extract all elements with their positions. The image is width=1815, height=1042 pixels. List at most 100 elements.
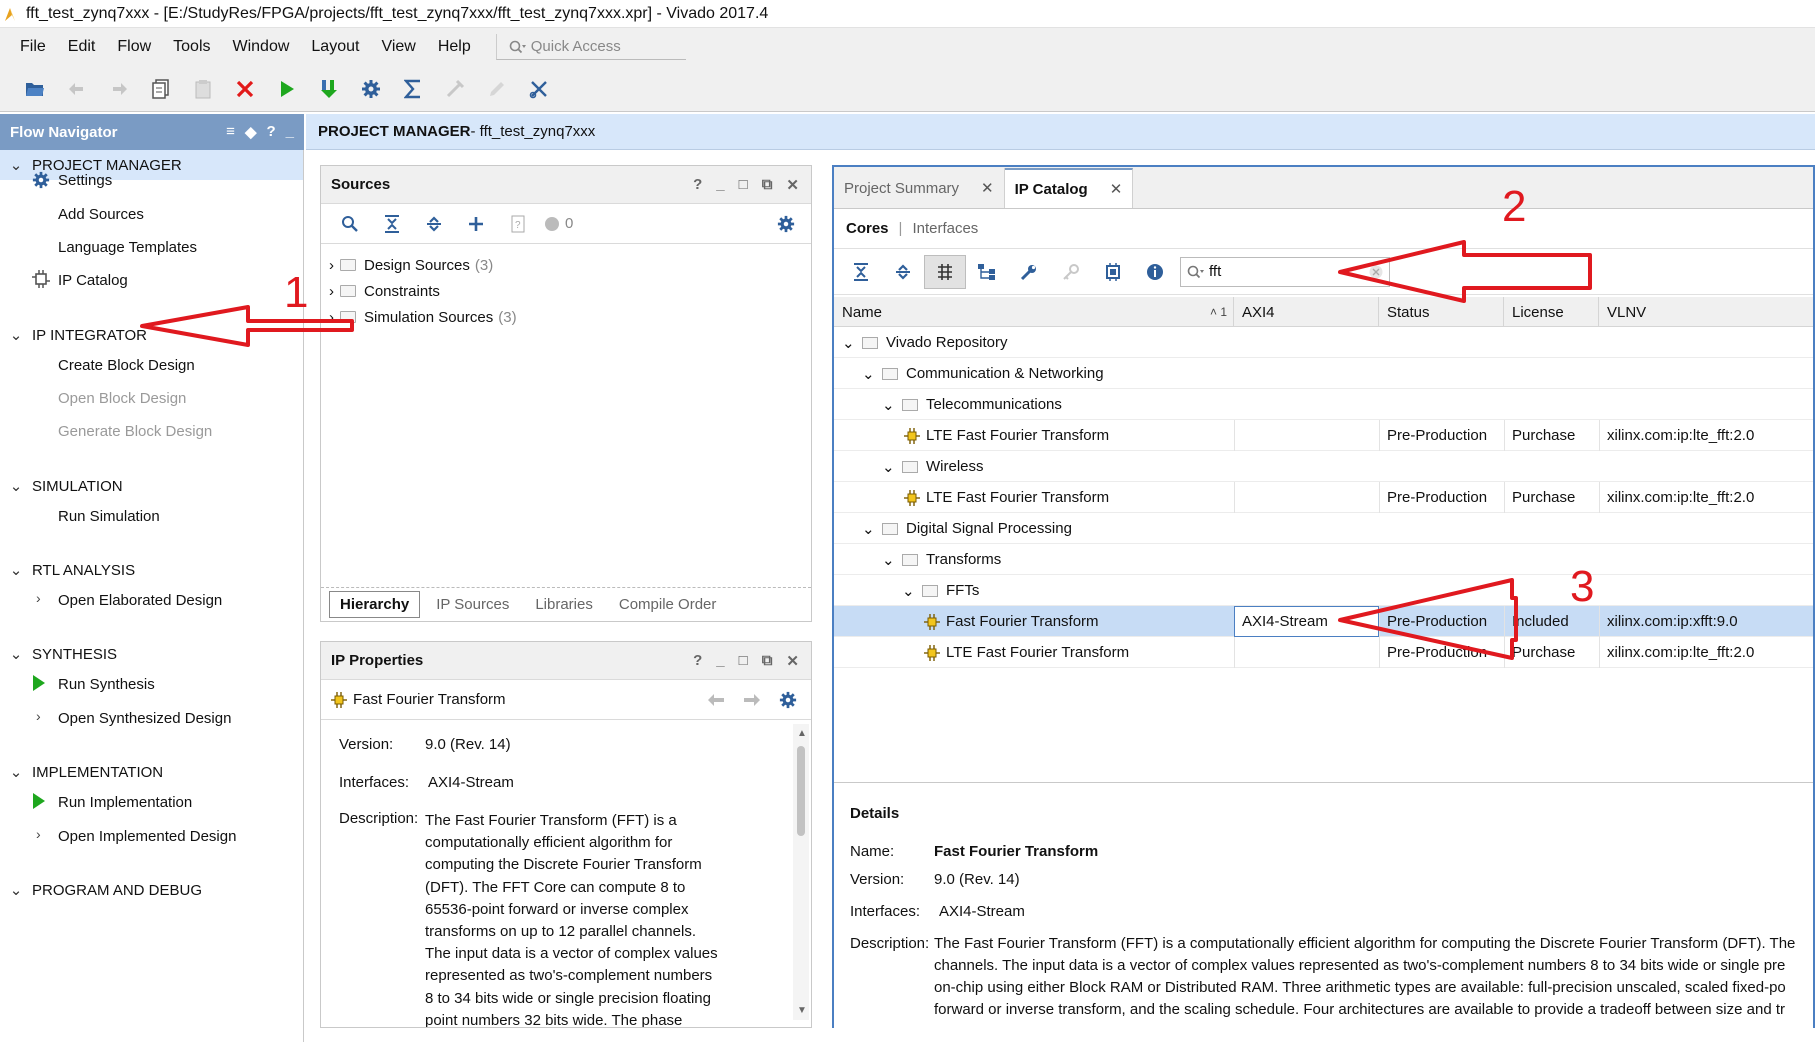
- menu-window[interactable]: Window: [233, 38, 290, 56]
- tab-project-summary[interactable]: Project Summary ✕: [834, 168, 1005, 208]
- column-axi4[interactable]: AXI4: [1234, 297, 1379, 327]
- cut-icon[interactable]: [518, 72, 560, 106]
- disabled-tool-icon[interactable]: [434, 72, 476, 106]
- nav-add-sources[interactable]: Add Sources: [58, 202, 144, 226]
- minimize-icon[interactable]: _: [286, 123, 294, 141]
- unknown-file-icon[interactable]: ?: [497, 207, 539, 241]
- minimize-icon[interactable]: _: [716, 176, 724, 194]
- chevron-down-icon[interactable]: ⌄: [862, 513, 875, 544]
- tree-node-simulation-sources[interactable]: › Simulation Sources (3): [329, 304, 517, 330]
- group-by-category-icon[interactable]: [924, 254, 966, 289]
- subtab-cores[interactable]: Cores: [846, 220, 889, 237]
- category-row[interactable]: ⌄ Vivado Repository: [834, 327, 1813, 358]
- close-icon[interactable]: ✕: [786, 176, 799, 194]
- nav-settings[interactable]: Settings: [58, 168, 112, 192]
- nav-open-synthesized-design[interactable]: Open Synthesized Design: [58, 706, 231, 730]
- help-icon[interactable]: ?: [266, 123, 275, 141]
- help-icon[interactable]: ?: [693, 176, 702, 194]
- undo-icon[interactable]: [56, 72, 98, 106]
- collapse-all-icon[interactable]: [840, 255, 882, 289]
- section-implementation[interactable]: ⌄ IMPLEMENTATION: [0, 757, 303, 787]
- disabled-pencil-icon[interactable]: [476, 72, 518, 106]
- nav-run-simulation[interactable]: Run Simulation: [58, 504, 160, 528]
- chevron-down-icon[interactable]: ⌄: [882, 544, 895, 575]
- scrollbar-thumb[interactable]: [797, 746, 805, 836]
- nav-generate-block-design[interactable]: Generate Block Design: [58, 419, 212, 443]
- tree-node-constraints[interactable]: › Constraints: [329, 278, 440, 304]
- chevron-down-icon[interactable]: ⌄: [902, 575, 915, 606]
- tree-node-design-sources[interactable]: › Design Sources (3): [329, 252, 493, 278]
- tab-compile-order[interactable]: Compile Order: [609, 592, 727, 617]
- chevron-right-icon[interactable]: ›: [329, 283, 334, 300]
- close-icon[interactable]: ✕: [981, 179, 994, 197]
- program-icon[interactable]: [308, 72, 350, 106]
- category-row[interactable]: ⌄ Communication & Networking: [834, 358, 1813, 389]
- ip-search-field[interactable]: fft: [1180, 256, 1390, 287]
- chevron-right-icon[interactable]: ›: [329, 309, 334, 326]
- redo-icon[interactable]: [98, 72, 140, 106]
- category-row[interactable]: ⌄ Transforms: [834, 544, 1813, 575]
- scroll-down-icon[interactable]: ▼: [797, 1005, 807, 1016]
- subtab-interfaces[interactable]: Interfaces: [912, 220, 978, 237]
- expand-all-icon[interactable]: [413, 207, 455, 241]
- scroll-up-icon[interactable]: ▲: [797, 728, 807, 739]
- column-status[interactable]: Status: [1379, 297, 1504, 327]
- info-icon[interactable]: [1134, 255, 1176, 289]
- settings-icon[interactable]: [350, 72, 392, 106]
- chevron-right-icon[interactable]: ›: [36, 590, 41, 606]
- chevron-right-icon[interactable]: ›: [329, 257, 334, 274]
- section-simulation[interactable]: ⌄ SIMULATION: [0, 471, 303, 501]
- paste-icon[interactable]: [182, 72, 224, 106]
- section-ip-integrator[interactable]: ⌄ IP INTEGRATOR: [0, 320, 303, 350]
- chevron-down-icon[interactable]: ⌄: [882, 389, 895, 420]
- nav-open-implemented-design[interactable]: Open Implemented Design: [58, 824, 236, 848]
- column-license[interactable]: License: [1504, 297, 1599, 327]
- scrollbar[interactable]: ▲ ▼: [793, 724, 809, 1020]
- chevron-down-icon[interactable]: ⌄: [862, 358, 875, 389]
- expand-all-icon[interactable]: ◆: [245, 123, 257, 141]
- nav-ip-catalog[interactable]: IP Catalog: [58, 268, 128, 292]
- tab-libraries[interactable]: Libraries: [525, 592, 603, 617]
- section-rtl-analysis[interactable]: ⌄ RTL ANALYSIS: [0, 555, 303, 585]
- wrench-icon[interactable]: [1008, 255, 1050, 289]
- chevron-down-icon[interactable]: ⌄: [842, 327, 855, 358]
- maximize-icon[interactable]: □: [739, 176, 748, 194]
- category-row[interactable]: ⌄ FFTs: [834, 575, 1813, 606]
- column-name[interactable]: Name ˄ 1: [834, 297, 1234, 327]
- menu-file[interactable]: File: [20, 38, 46, 56]
- tab-ip-catalog[interactable]: IP Catalog ✕: [1004, 168, 1134, 208]
- menu-view[interactable]: View: [381, 38, 415, 56]
- section-synthesis[interactable]: ⌄ SYNTHESIS: [0, 639, 303, 669]
- category-row[interactable]: ⌄ Wireless: [834, 451, 1813, 482]
- chip-settings-icon[interactable]: [1092, 255, 1134, 289]
- nav-open-elaborated-design[interactable]: Open Elaborated Design: [58, 588, 222, 612]
- menu-edit[interactable]: Edit: [68, 38, 96, 56]
- sigma-icon[interactable]: [392, 72, 434, 106]
- help-icon[interactable]: ?: [693, 652, 702, 670]
- close-icon[interactable]: ✕: [1110, 180, 1123, 198]
- quick-access-search[interactable]: Quick Access: [495, 34, 686, 60]
- chevron-right-icon[interactable]: ›: [36, 826, 41, 842]
- hierarchy-icon[interactable]: [966, 255, 1008, 289]
- nav-open-block-design[interactable]: Open Block Design: [58, 386, 186, 410]
- section-program-and-debug[interactable]: ⌄ PROGRAM AND DEBUG: [0, 875, 303, 905]
- expand-all-icon[interactable]: [882, 255, 924, 289]
- menu-layout[interactable]: Layout: [311, 38, 359, 56]
- ip-row[interactable]: LTE Fast Fourier Transform Pre-Production…: [834, 637, 1813, 668]
- minimize-icon[interactable]: _: [716, 652, 724, 670]
- ip-row[interactable]: LTE Fast Fourier Transform Pre-Production…: [834, 482, 1813, 513]
- nav-run-synthesis[interactable]: Run Synthesis: [58, 672, 155, 696]
- collapse-all-icon[interactable]: ≡: [226, 123, 235, 141]
- nav-run-implementation[interactable]: Run Implementation: [58, 790, 192, 814]
- search-icon[interactable]: [329, 207, 371, 241]
- clear-search-icon[interactable]: [1369, 265, 1383, 279]
- chevron-right-icon[interactable]: ›: [36, 708, 41, 724]
- nav-language-templates[interactable]: Language Templates: [58, 235, 197, 259]
- category-row[interactable]: ⌄ Telecommunications: [834, 389, 1813, 420]
- float-icon[interactable]: ⧉: [762, 176, 773, 194]
- maximize-icon[interactable]: □: [739, 652, 748, 670]
- add-icon[interactable]: [455, 207, 497, 241]
- menu-tools[interactable]: Tools: [173, 38, 210, 56]
- gear-icon[interactable]: [765, 207, 807, 241]
- category-row[interactable]: ⌄ Digital Signal Processing: [834, 513, 1813, 544]
